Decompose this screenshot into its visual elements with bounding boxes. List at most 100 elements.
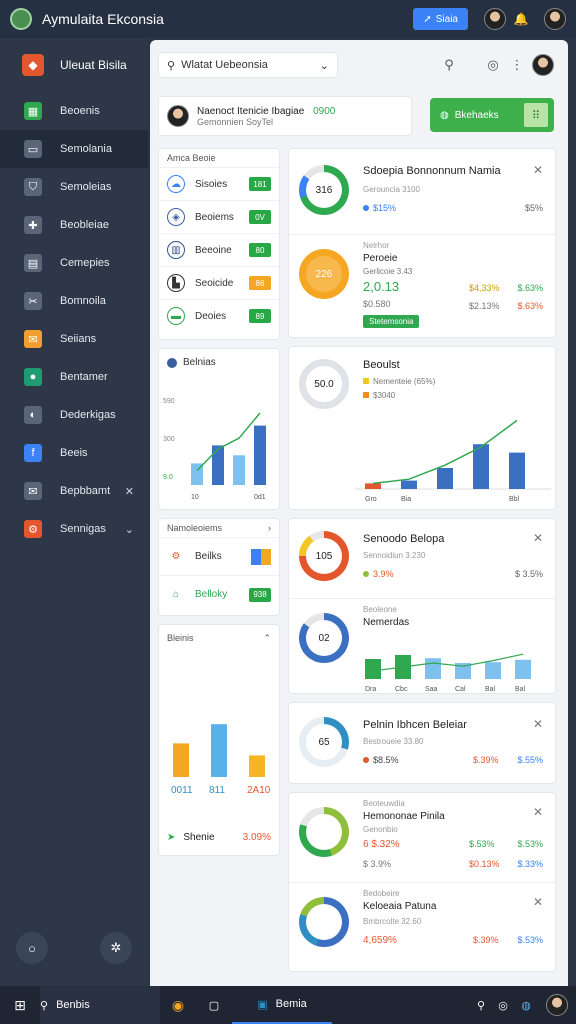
search-field[interactable]: ⚲ Wlatat Uebeonsia ⌄ <box>158 52 338 78</box>
card-value-2: $.63% <box>517 283 543 293</box>
taskbar-search[interactable]: ⚲ Benbis <box>40 986 160 1024</box>
user-avatar[interactable] <box>484 8 506 30</box>
card-progress-top[interactable]: 105 Senoodo Belopa Sennoidiun 3.230 3.9%… <box>289 519 555 599</box>
account-avatar[interactable] <box>544 8 566 30</box>
app-title: Aymulaita Ekconsia <box>42 11 164 27</box>
x-tick-label: Dra <box>365 686 376 693</box>
windows-icon[interactable]: ⊞ <box>0 986 40 1024</box>
small-list-header[interactable]: Namoleoiems › <box>159 519 279 537</box>
more-icon[interactable]: ⋮ <box>506 54 528 76</box>
send-icon: ➚ <box>423 13 432 25</box>
card-pair: Beoteuwdia Hemononae Pinila Genonbio 6 $… <box>288 792 556 972</box>
globe-icon[interactable]: ◍ <box>514 986 538 1024</box>
chevron-down-icon[interactable]: ⌄ <box>320 59 329 72</box>
sidebar-item-label: Bomnoila <box>60 295 106 307</box>
card-summary-bottom[interactable]: 226 Nelrhor Peroeie Gerlicoie 3.43 2,0.1… <box>289 235 555 339</box>
card-summary: 316 Sdoepia Bonnonnum Namia Gerouncia 31… <box>288 148 556 338</box>
list-item[interactable]: ⚙ Beilks <box>159 537 279 575</box>
power-icon[interactable]: ○ <box>16 932 48 964</box>
list-item[interactable]: ▥ Beeoine 80 <box>159 233 279 266</box>
sidebar-item[interactable]: ● Bentamer <box>0 358 148 396</box>
search-input[interactable]: Wlatat Uebeonsia <box>181 59 314 71</box>
chevron-up-icon: ⌃ <box>263 633 271 643</box>
taskbar-avatar[interactable] <box>546 994 568 1016</box>
card-title: Beoulst <box>363 359 400 371</box>
grid-icon[interactable]: ⠿ <box>524 103 548 127</box>
card-value-1: $.39% <box>473 935 499 945</box>
search-tray-icon[interactable]: ⚲ <box>470 986 492 1024</box>
card-pair-bottom[interactable]: Bedobeire Keloeaia Patuna Bmbrcolte 32.6… <box>289 883 555 973</box>
primary-action-button[interactable]: ◍ Bkehaeks ⠿ <box>430 98 554 132</box>
sidebar-item[interactable]: ▦ Beoenis <box>0 92 148 130</box>
sidebar-item[interactable]: f Beeis <box>0 434 148 472</box>
sidebar-item[interactable]: ▭ Semolania <box>0 130 148 168</box>
sidebar-item[interactable]: ✉ Bepbbamt ✕ <box>0 472 148 510</box>
card-pair-top[interactable]: Beoteuwdia Hemononae Pinila Genonbio 6 $… <box>289 793 555 883</box>
ring-value: 316 <box>306 172 342 208</box>
sidebar-item[interactable]: ◐ Dederkigas <box>0 396 148 434</box>
bar <box>425 658 441 679</box>
sidebar-item[interactable]: ✚ Beobleiae <box>0 206 148 244</box>
sidebar-item[interactable]: ⛉ Semoleias <box>0 168 148 206</box>
x-tick-label: Saa <box>425 686 438 693</box>
chat-icon[interactable]: ◎ <box>482 54 504 76</box>
profile-subtitle: Gemonnien SoyTel <box>197 116 274 127</box>
donut-ring: 02 <box>299 613 349 663</box>
list-item-label: Beoiems <box>195 211 234 223</box>
bar <box>401 480 417 489</box>
card-right-value: $ 3.5% <box>514 569 543 579</box>
list-item[interactable]: ▬ Deoies 89 <box>159 299 279 332</box>
card-title: Peroeie <box>363 253 398 264</box>
browser-icon[interactable]: ◉ <box>160 986 196 1024</box>
primary-action-label: Bkehaeks <box>454 109 499 121</box>
app-logo <box>10 8 32 30</box>
sidebar-item[interactable]: ▤ Cemepies <box>0 244 148 282</box>
list-item[interactable]: ⌂ Belloky 938 <box>159 575 279 613</box>
status-tag[interactable]: Stetemsonia <box>363 315 420 328</box>
y-tick-label: 300 <box>163 436 175 443</box>
taskbar-app[interactable]: ▣ Bemia <box>232 986 332 1024</box>
mini-chart-panel: Belnias 590 300 9.0 10 0d1 <box>158 348 280 510</box>
card-progress: 105 Senoodo Belopa Sennoidiun 3.230 3.9%… <box>288 518 556 694</box>
mini-chart: 590 300 9.0 10 0d1 <box>163 398 266 501</box>
close-icon[interactable]: ✕ <box>533 163 543 177</box>
card-title: Sdoepia Bonnonnum Namia <box>363 165 501 177</box>
close-icon[interactable]: ✕ <box>533 531 543 545</box>
list-item[interactable]: ▙ Seoicide 86 <box>159 266 279 299</box>
x-tick-label: 811 <box>209 785 225 796</box>
sidebar-item-label: Beoenis <box>60 105 100 117</box>
ring-center <box>306 814 342 850</box>
card-amount: 6 $.32% <box>363 839 400 850</box>
bar <box>254 425 266 485</box>
close-icon[interactable]: ✕ <box>533 805 543 819</box>
sidebar-item[interactable]: ✂ Bomnoila <box>0 282 148 320</box>
bar <box>249 755 265 777</box>
card-summary-top[interactable]: 316 Sdoepia Bonnonnum Namia Gerouncia 31… <box>289 149 555 235</box>
sidebar-item[interactable]: ✉ Seiians <box>0 320 148 358</box>
main-avatar[interactable] <box>532 54 554 76</box>
donut-ring: 316 <box>299 165 349 215</box>
close-icon[interactable]: ✕ <box>533 717 543 731</box>
notification-icon[interactable]: 🔔 <box>512 10 530 28</box>
chat-tray-icon[interactable]: ◎ <box>492 986 514 1024</box>
card-amount: 4,659% <box>363 935 397 946</box>
sidebar-item[interactable]: ⚙ Sennigas ⌄ <box>0 510 148 548</box>
bottom-left-header[interactable]: Bleinis ⌃ <box>159 625 279 648</box>
list-item[interactable]: ◈ Beoiems 0V <box>159 200 279 233</box>
close-icon[interactable]: ✕ <box>533 895 543 909</box>
card-r2: $.63% <box>517 301 543 311</box>
files-icon[interactable]: ▢ <box>196 986 232 1024</box>
list-item-value: 938 <box>249 587 271 602</box>
title-action-button[interactable]: ➚ Siaia <box>413 8 468 30</box>
settings-icon[interactable]: ✲ <box>100 932 132 964</box>
card-amount-text: $8.5% <box>373 755 399 765</box>
card-progress-bottom[interactable]: 02 Beoleone Nemerdas Dra Cbc Saa Cal Bal Bal <box>289 599 555 695</box>
profile-card[interactable]: Naenoct Itenicie Ibagiae 0900 Gemonnien … <box>158 96 412 136</box>
y-tick-label: 9.0 <box>163 474 173 481</box>
chat-icon: ◐ <box>24 406 42 424</box>
bar <box>173 743 189 777</box>
x-tick-label: Bal <box>515 686 526 693</box>
list-item[interactable]: ☁ Sisoies 181 <box>159 167 279 200</box>
search-button-icon[interactable]: ⚲ <box>438 54 460 76</box>
title-action-label: Siaia <box>435 13 458 25</box>
